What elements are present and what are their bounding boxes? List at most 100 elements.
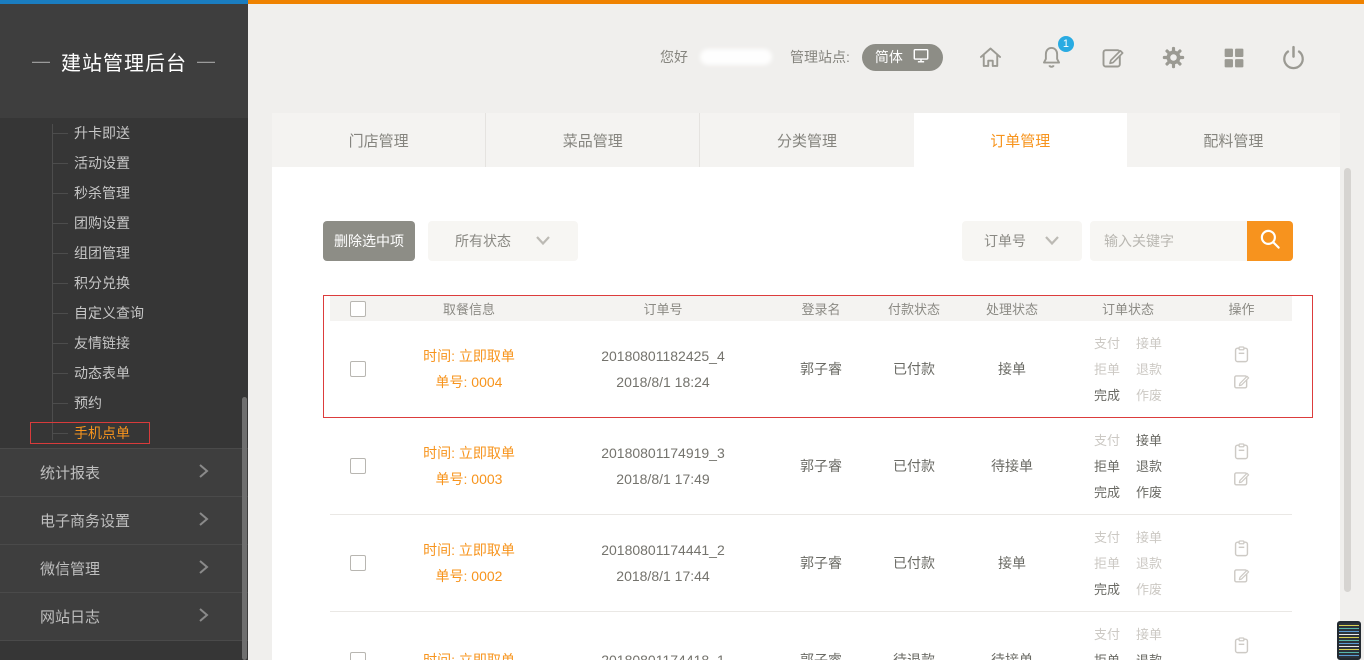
edit-order-icon[interactable] — [1232, 566, 1251, 588]
row-operations — [1232, 636, 1251, 660]
sidebar-item-teambuy[interactable]: 组团管理 — [0, 238, 248, 268]
app-title: — 建站管理后台 — — [0, 4, 248, 118]
language-button[interactable]: 简体 — [862, 44, 943, 71]
tab-dishes[interactable]: 菜品管理 — [485, 113, 699, 167]
sidebar-item-upgrade-gift[interactable]: 升卡即送 — [0, 118, 248, 148]
order-detail-icon[interactable] — [1232, 345, 1251, 367]
action-refund[interactable]: 退款 — [1136, 648, 1162, 660]
group-label: 网站日志 — [40, 606, 100, 627]
sidebar-group-ecommerce[interactable]: 电子商务设置 — [0, 497, 248, 545]
row-checkbox[interactable] — [350, 652, 366, 660]
sidebar-item-dynamic-forms[interactable]: 动态表单 — [0, 358, 248, 388]
search-input[interactable] — [1090, 221, 1247, 261]
row-checkbox[interactable] — [350, 555, 366, 571]
action-accept[interactable]: 接单 — [1136, 622, 1162, 647]
table-row: 时间: 立即取单 单号: 0004 20180801182425_4 2018/… — [330, 321, 1292, 418]
action-complete[interactable]: 完成 — [1094, 577, 1120, 602]
sidebar-item-groupbuy[interactable]: 团购设置 — [0, 208, 248, 238]
sidebar-item-seckill[interactable]: 秒杀管理 — [0, 178, 248, 208]
action-refund[interactable]: 退款 — [1136, 551, 1162, 576]
sidebar-item-label: 秒杀管理 — [74, 185, 130, 201]
group-label: 微信管理 — [40, 558, 100, 579]
sidebar-item-label: 自定义查询 — [74, 305, 144, 321]
chevron-down-icon — [535, 233, 551, 249]
login-name: 郭子睿 — [800, 359, 842, 379]
apps-grid-icon[interactable] — [1221, 45, 1246, 70]
table-row: 时间: 立即取单 20180801174418_1 郭子睿 待退款 待接单 支付… — [330, 612, 1292, 660]
order-detail-icon[interactable] — [1232, 442, 1251, 464]
pickup-time[interactable]: 时间: 立即取单 — [423, 343, 515, 369]
sidebar-group-stats[interactable]: 统计报表 — [0, 449, 248, 497]
tab-store[interactable]: 门店管理 — [272, 113, 485, 167]
action-pay[interactable]: 支付 — [1094, 525, 1120, 550]
tab-categories[interactable]: 分类管理 — [699, 113, 913, 167]
action-refund[interactable]: 退款 — [1136, 357, 1162, 382]
action-reject[interactable]: 拒单 — [1094, 551, 1120, 576]
compose-icon[interactable] — [1099, 44, 1126, 71]
topbar: 您好 管理站点: 简体 1 — [660, 40, 1307, 74]
action-accept[interactable]: 接单 — [1136, 331, 1162, 356]
action-complete[interactable]: 完成 — [1094, 480, 1120, 505]
bell-icon[interactable]: 1 — [1038, 44, 1065, 71]
action-refund[interactable]: 退款 — [1136, 454, 1162, 479]
status-filter-select[interactable]: 所有状态 — [428, 221, 578, 261]
tab-ingredients[interactable]: 配料管理 — [1127, 113, 1340, 167]
login-name: 郭子睿 — [800, 456, 842, 476]
pickup-number[interactable]: 单号: 0002 — [423, 563, 515, 589]
action-reject[interactable]: 拒单 — [1094, 357, 1120, 382]
sidebar-item-activity[interactable]: 活动设置 — [0, 148, 248, 178]
select-all-checkbox[interactable] — [350, 301, 366, 317]
row-checkbox[interactable] — [350, 361, 366, 377]
sidebar-item-friend-links[interactable]: 友情链接 — [0, 328, 248, 358]
action-pay[interactable]: 支付 — [1094, 428, 1120, 453]
action-void[interactable]: 作废 — [1136, 480, 1162, 505]
order-detail-icon[interactable] — [1232, 636, 1251, 658]
sidebar-group-wechat[interactable]: 微信管理 — [0, 545, 248, 593]
page-scrollbar[interactable] — [1344, 168, 1351, 592]
order-status-actions: 支付 接单 拒单 退款 完成 作废 — [1094, 428, 1162, 505]
home-icon[interactable] — [977, 44, 1004, 71]
action-reject[interactable]: 拒单 — [1094, 648, 1120, 660]
table-row: 时间: 立即取单 单号: 0002 20180801174441_2 2018/… — [330, 515, 1292, 612]
order-number-cell: 20180801174919_3 2018/8/1 17:49 — [601, 440, 725, 492]
action-accept[interactable]: 接单 — [1136, 428, 1162, 453]
search-button[interactable] — [1247, 221, 1293, 261]
sidebar-group-sitelogs[interactable]: 网站日志 — [0, 593, 248, 641]
edit-order-icon[interactable] — [1232, 469, 1251, 491]
sidebar-item-label: 团购设置 — [74, 215, 130, 231]
login-name: 郭子睿 — [800, 553, 842, 573]
edit-order-icon[interactable] — [1232, 372, 1251, 394]
pickup-time[interactable]: 时间: 立即取单 — [423, 440, 515, 466]
pickup-time[interactable]: 时间: 立即取单 — [423, 647, 515, 660]
row-checkbox[interactable] — [350, 458, 366, 474]
pay-status: 已付款 — [893, 553, 935, 573]
sidebar-item-mobile-ordering[interactable]: 手机点单 — [0, 418, 248, 448]
search-field-select[interactable]: 订单号 — [962, 221, 1082, 261]
pay-status: 待退款 — [893, 650, 935, 660]
action-pay[interactable]: 支付 — [1094, 622, 1120, 647]
delete-selected-button[interactable]: 删除选中项 — [323, 221, 415, 261]
app-title-text: 建站管理后台 — [61, 47, 187, 76]
row-operations — [1232, 345, 1251, 394]
sidebar-item-points[interactable]: 积分兑换 — [0, 268, 248, 298]
order-detail-icon[interactable] — [1232, 539, 1251, 561]
title-dash: — — [32, 51, 51, 72]
orders-table: 取餐信息 订单号 登录名 付款状态 处理状态 订单状态 操作 时间: 立即取单 … — [330, 296, 1292, 660]
pickup-time[interactable]: 时间: 立即取单 — [423, 537, 515, 563]
pickup-number[interactable]: 单号: 0003 — [423, 466, 515, 492]
sidebar-item-reservation[interactable]: 预约 — [0, 388, 248, 418]
action-reject[interactable]: 拒单 — [1094, 454, 1120, 479]
sidebar-scrollbar[interactable] — [242, 397, 247, 660]
power-icon[interactable] — [1280, 44, 1307, 71]
tab-label: 分类管理 — [777, 130, 837, 151]
settings-gear-icon[interactable] — [1160, 44, 1187, 71]
tab-orders[interactable]: 订单管理 — [914, 113, 1127, 167]
action-accept[interactable]: 接单 — [1136, 525, 1162, 550]
action-complete[interactable]: 完成 — [1094, 383, 1120, 408]
action-pay[interactable]: 支付 — [1094, 331, 1120, 356]
sidebar-item-custom-query[interactable]: 自定义查询 — [0, 298, 248, 328]
action-void[interactable]: 作废 — [1136, 577, 1162, 602]
sidebar-item-label: 积分兑换 — [74, 275, 130, 291]
pickup-number[interactable]: 单号: 0004 — [423, 369, 515, 395]
action-void[interactable]: 作废 — [1136, 383, 1162, 408]
